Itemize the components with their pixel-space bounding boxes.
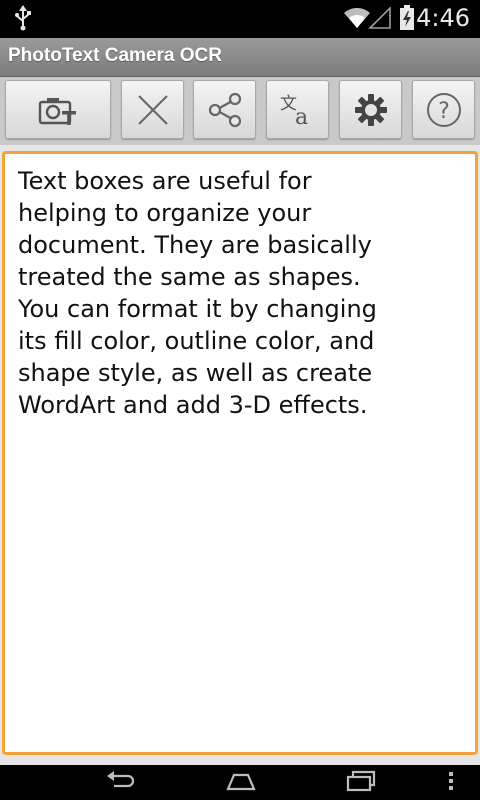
svg-text:a: a [295, 105, 308, 128]
overflow-menu-icon[interactable] [446, 769, 456, 797]
app-title: PhotoText Camera OCR [8, 45, 222, 66]
home-icon[interactable] [225, 769, 257, 797]
camera-text-icon [38, 94, 78, 126]
status-clock: 4:46 [416, 4, 470, 32]
help-icon: ? [425, 91, 463, 129]
signal-icon [368, 6, 392, 33]
share-button[interactable] [193, 80, 256, 139]
translate-button[interactable]: 文 a [266, 80, 329, 139]
navigation-bar [0, 765, 480, 800]
battery-icon [399, 5, 415, 35]
help-button[interactable]: ? [412, 80, 475, 139]
app-title-bar: PhotoText Camera OCR [0, 38, 480, 77]
clear-button[interactable] [121, 80, 184, 139]
toolbar: 文 a ? [0, 77, 480, 145]
share-icon [207, 92, 243, 128]
content-area: Text boxes are useful for helping to org… [0, 145, 480, 765]
wifi-icon [344, 7, 370, 33]
close-icon [136, 93, 170, 127]
status-bar: 4:46 [0, 0, 480, 38]
gear-icon [354, 93, 388, 127]
ocr-text-box[interactable]: Text boxes are useful for helping to org… [2, 151, 478, 755]
recent-apps-icon[interactable] [345, 769, 377, 797]
usb-icon [14, 5, 32, 35]
svg-text:?: ? [438, 99, 450, 124]
camera-text-button[interactable] [5, 80, 111, 139]
translate-icon: 文 a [278, 92, 318, 128]
settings-button[interactable] [339, 80, 402, 139]
back-icon[interactable] [104, 769, 136, 797]
ocr-text[interactable]: Text boxes are useful for helping to org… [18, 165, 398, 421]
